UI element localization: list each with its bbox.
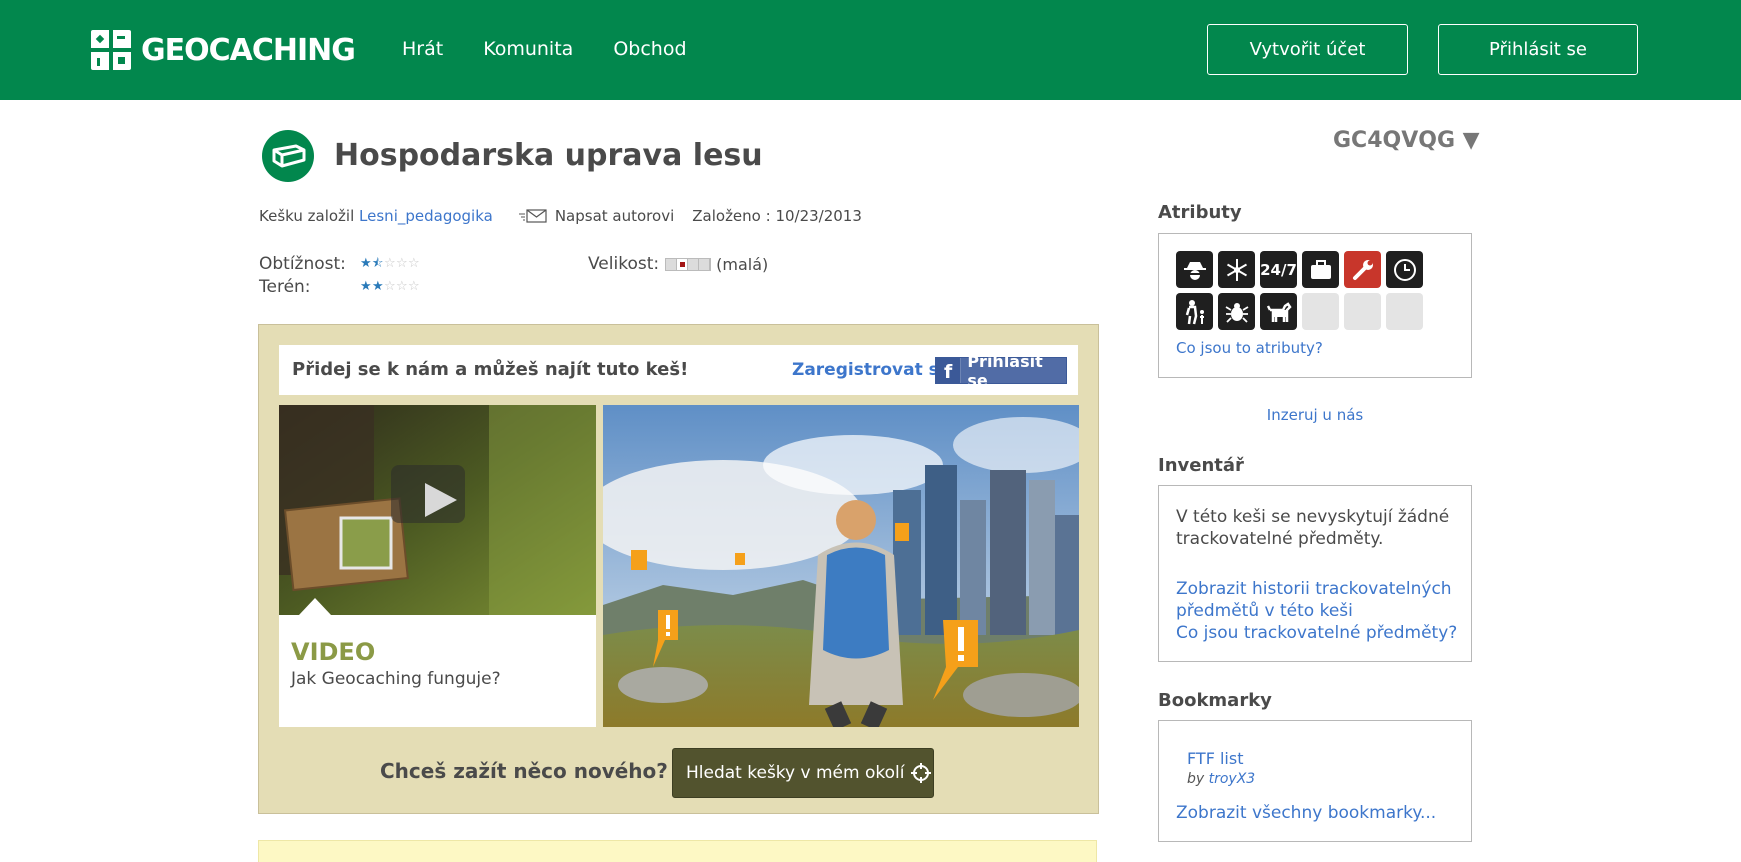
geocaching-logo[interactable]: GEOCACHING <box>91 30 356 70</box>
promo-cta-text: Chceš zažít něco nového? <box>380 759 668 783</box>
gc-code-dropdown[interactable]: GC4QVQG ▼ <box>1333 128 1480 153</box>
inventory-heading: Inventář <box>1158 455 1244 476</box>
bookmarks-heading: Bookmarky <box>1158 690 1272 711</box>
size-label: Velikost: <box>588 254 660 274</box>
inventory-links: Zobrazit historii trackovatelných předmě… <box>1176 578 1466 644</box>
empty-attribute-slot <box>1386 293 1423 330</box>
crosshair-icon <box>910 762 932 784</box>
nav-item-community[interactable]: Komunita <box>483 38 573 60</box>
find-caches-label: Hledat kešky v mém okolí <box>686 763 905 783</box>
owner-prefix: Kešku založil <box>259 207 355 225</box>
find-caches-nearby-button[interactable]: Hledat kešky v mém okolí <box>672 748 934 798</box>
trackable-history-link[interactable]: Zobrazit historii trackovatelných předmě… <box>1176 578 1466 622</box>
empty-attribute-slot <box>1344 293 1381 330</box>
owner-link[interactable]: Lesni_pedagogika <box>359 207 493 225</box>
rating-star: ☆ <box>396 279 408 294</box>
rating-star: ★ <box>360 279 372 294</box>
envelope-icon <box>518 209 547 223</box>
maintenance-icon[interactable] <box>1344 251 1381 288</box>
video-thumbnail[interactable] <box>279 405 596 615</box>
hiker-city-image <box>603 405 1079 727</box>
rating-star: ★ <box>372 279 384 294</box>
bookmark-author: by troyX3 <box>1187 771 1255 787</box>
cache-title: Hospodarska uprava lesu <box>334 138 763 173</box>
facebook-login-button[interactable]: f Přihlásit se <box>935 352 1067 390</box>
video-card[interactable]: VIDEO Jak Geocaching funguje? <box>279 405 596 727</box>
message-owner-link[interactable]: Napsat autorovi <box>555 207 674 225</box>
inventory-empty-text: V této keši se nevyskytují žádné trackov… <box>1176 507 1450 549</box>
247-icon[interactable]: 24/7 <box>1260 251 1297 288</box>
nav-item-shop[interactable]: Obchod <box>613 38 686 60</box>
terrain-stars: ★ ★ ☆ ☆ ☆ <box>360 279 420 294</box>
what-are-attributes-link[interactable]: Co jsou to atributy? <box>1176 339 1323 357</box>
empty-attribute-slot <box>1302 293 1339 330</box>
equipment-icon[interactable] <box>1302 251 1339 288</box>
cache-size: Velikost: (malá) <box>588 254 768 274</box>
rating-star: ☆ <box>408 279 420 294</box>
rating-star: ★ <box>360 256 372 271</box>
rating-star: ☆ <box>396 256 408 271</box>
warning-banner <box>258 840 1097 862</box>
facebook-icon: f <box>936 358 962 383</box>
attributes-heading: Atributy <box>1158 202 1242 223</box>
promo-join-text: Přidej se k nám a můžeš najít tuto keš! <box>292 359 689 380</box>
signup-promo-box: Přidej se k nám a můžeš najít tuto keš! … <box>258 324 1099 814</box>
facebook-login-label: Přihlásit se <box>967 351 1043 390</box>
dogs-icon[interactable] <box>1260 293 1297 330</box>
difficulty-stars: ★ ⯪ ☆ ☆ ☆ <box>360 256 420 271</box>
main-nav: Hrát Komunita Obchod <box>402 38 687 60</box>
size-text: (malá) <box>716 254 769 274</box>
traditional-cache-icon <box>262 130 314 182</box>
kids-icon[interactable] <box>1176 293 1213 330</box>
time-icon[interactable] <box>1386 251 1423 288</box>
difficulty-label: Obtížnost: <box>259 253 346 274</box>
what-are-trackables-link[interactable]: Co jsou trackovatelné předměty? <box>1176 622 1466 644</box>
size-bar-icon <box>665 257 712 271</box>
ticks-icon[interactable] <box>1218 293 1255 330</box>
top-navigation-bar: GEOCACHING Hrát Komunita Obchod Vytvořit… <box>0 0 1741 100</box>
terrain-row: Terén: ★ ★ ☆ ☆ ☆ <box>259 275 420 298</box>
video-subtitle: Jak Geocaching funguje? <box>291 669 501 689</box>
logo-text: GEOCACHING <box>141 32 356 68</box>
advertise-link[interactable]: Inzeruj u nás <box>1158 406 1472 424</box>
rating-star: ☆ <box>408 256 420 271</box>
bookmark-list-link[interactable]: FTF list <box>1187 749 1243 768</box>
stealth-icon[interactable] <box>1176 251 1213 288</box>
video-title: VIDEO <box>291 638 376 666</box>
difficulty-row: Obtížnost: ★ ⯪ ☆ ☆ ☆ <box>259 252 420 275</box>
all-bookmarks-link[interactable]: Zobrazit všechny bookmarky... <box>1176 803 1436 823</box>
bookmark-author-link[interactable]: troyX3 <box>1209 771 1256 787</box>
geocaching-logo-icon <box>91 30 131 70</box>
rating-star: ☆ <box>384 256 396 271</box>
create-account-button[interactable]: Vytvořit účet <box>1207 24 1408 75</box>
terrain-label: Terén: <box>259 276 311 297</box>
inventory-box: V této keši se nevyskytují žádné trackov… <box>1158 485 1472 662</box>
promo-footer: Chceš zažít něco nového? Hledat kešky v … <box>259 743 1100 798</box>
bookmarks-box: FTF list by troyX3 Zobrazit všechny book… <box>1158 720 1472 842</box>
bookmark-by-label: by <box>1187 771 1205 787</box>
winter-icon[interactable] <box>1218 251 1255 288</box>
attributes-box: 24/7 Co jsou to atributy? <box>1158 233 1472 378</box>
promo-header: Přidej se k nám a můžeš najít tuto keš! … <box>279 345 1078 395</box>
attributes-grid: 24/7 <box>1176 251 1423 330</box>
cache-meta: Kešku založil Lesni_pedagogika Napsat au… <box>259 207 862 225</box>
rating-star: ⯪ <box>372 256 384 270</box>
rating-star: ☆ <box>384 279 396 294</box>
sign-in-button[interactable]: Přihlásit se <box>1438 24 1638 75</box>
ratings: Obtížnost: ★ ⯪ ☆ ☆ ☆ Terén: ★ ★ ☆ ☆ ☆ <box>259 252 420 298</box>
nav-item-play[interactable]: Hrát <box>402 38 443 60</box>
placed-date: Založeno : 10/23/2013 <box>692 207 862 225</box>
register-link[interactable]: Zaregistrovat se <box>792 360 950 380</box>
